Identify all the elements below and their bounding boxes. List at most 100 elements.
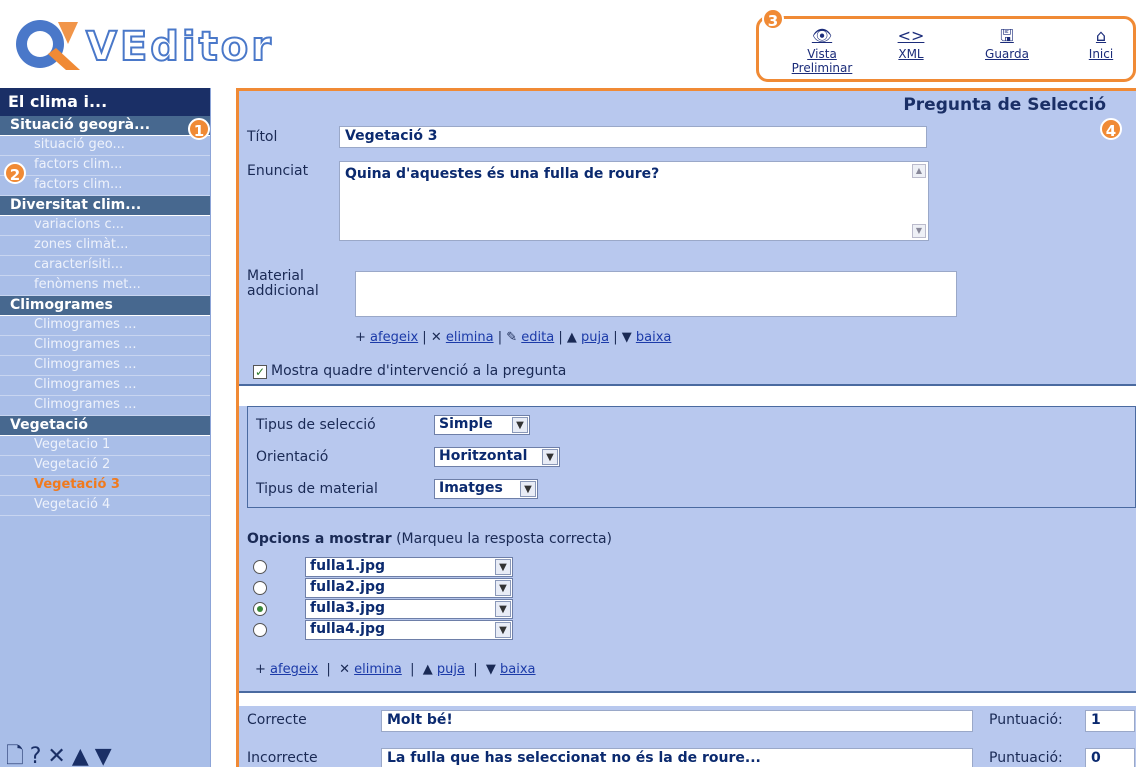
sidebar-section[interactable]: Diversitat clim... bbox=[0, 196, 210, 216]
question-type-title: Pregunta de Selecció bbox=[903, 95, 1106, 115]
sidebar-item[interactable]: Climogrames ... bbox=[0, 396, 210, 416]
sidebar-item[interactable]: factors clim... bbox=[0, 176, 210, 196]
sidebar-item[interactable]: caracterísiti... bbox=[0, 256, 210, 276]
material-label: Material addicional bbox=[247, 269, 319, 299]
sidebar-toolbar: 🗋?✕▲▼ bbox=[6, 739, 206, 767]
show-box-checkbox[interactable]: ✓ bbox=[253, 365, 267, 379]
sidebar-item[interactable]: Vegetació 2 bbox=[0, 456, 210, 476]
title-input[interactable]: Vegetació 3 bbox=[339, 126, 927, 148]
correct-feedback-input[interactable]: Molt bé! bbox=[381, 710, 973, 732]
orientation-select[interactable]: Horitzontal ▼ bbox=[434, 447, 560, 467]
incorrect-score-input[interactable]: 0 bbox=[1085, 748, 1135, 767]
preview-button[interactable]: 👁 Vista Preliminar bbox=[787, 25, 857, 75]
sidebar-item[interactable]: Climogrames ... bbox=[0, 336, 210, 356]
material-remove-link[interactable]: elimina bbox=[446, 330, 494, 345]
option-select[interactable]: fulla1.jpg ▼ bbox=[305, 557, 513, 577]
badge-2: 2 bbox=[4, 162, 26, 184]
scroll-down-icon[interactable]: ▼ bbox=[912, 224, 926, 238]
options-hint: (Marqueu la resposta correcta) bbox=[396, 531, 613, 547]
options-panel: Tipus de selecció Simple ▼ Orientació Hor… bbox=[239, 406, 1136, 691]
option-add-link[interactable]: afegeix bbox=[270, 662, 318, 677]
title-label: Títol bbox=[247, 129, 278, 145]
material-type-select[interactable]: Imatges ▼ bbox=[434, 479, 538, 499]
material-down-link[interactable]: baixa bbox=[636, 330, 672, 345]
option-up-link[interactable]: puja bbox=[437, 662, 465, 677]
sidebar: El clima i... Situació geogrà... situació… bbox=[0, 88, 211, 767]
option-radio[interactable] bbox=[253, 560, 267, 574]
badge-1: 1 bbox=[188, 118, 210, 140]
options-heading: Opcions a mostrar (Marqueu la resposta c… bbox=[247, 531, 612, 547]
correct-score-input[interactable]: 1 bbox=[1085, 710, 1135, 732]
sidebar-item[interactable]: Vegetació 4 bbox=[0, 496, 210, 516]
material-type-label: Tipus de material bbox=[256, 481, 378, 497]
x-icon: ✕ bbox=[430, 330, 442, 345]
orientation-label: Orientació bbox=[256, 449, 329, 465]
material-label-line2: addicional bbox=[247, 283, 319, 299]
scroll-up-icon[interactable]: ▲ bbox=[912, 164, 926, 178]
editor-window: VEditor 👁 Vista Preliminar <> XML 🖫 Guar… bbox=[0, 0, 1136, 767]
save-label: Guarda bbox=[985, 47, 1029, 61]
sidebar-item[interactable]: Climogrames ... bbox=[0, 376, 210, 396]
add-question-icon[interactable]: ? bbox=[30, 744, 48, 767]
sidebar-section[interactable]: Climogrames bbox=[0, 296, 210, 316]
sidebar-item[interactable]: situació geo... bbox=[0, 136, 210, 156]
down-arrow-icon: ▼ bbox=[485, 662, 496, 677]
option-value: fulla3.jpg bbox=[310, 600, 386, 616]
material-add-link[interactable]: afegeix bbox=[370, 330, 418, 345]
sidebar-item[interactable]: Climogrames ... bbox=[0, 316, 210, 336]
sidebar-item[interactable]: Vegetacio 1 bbox=[0, 436, 210, 456]
material-up-link[interactable]: puja bbox=[581, 330, 609, 345]
divider bbox=[239, 384, 1136, 386]
move-down-icon[interactable]: ▼ bbox=[95, 744, 118, 767]
main-toolbar: 👁 Vista Preliminar <> XML 🖫 Guarda ⌂ Ini… bbox=[756, 16, 1136, 82]
option-select[interactable]: fulla4.jpg ▼ bbox=[305, 620, 513, 640]
chevron-down-icon: ▼ bbox=[512, 417, 528, 433]
options-heading-text: Opcions a mostrar bbox=[247, 531, 392, 547]
plus-icon: + bbox=[255, 662, 266, 677]
incorrect-feedback-input[interactable]: La fulla que has seleccionat no és la de… bbox=[381, 748, 973, 767]
option-value: fulla4.jpg bbox=[310, 621, 386, 637]
material-list[interactable] bbox=[355, 271, 957, 317]
settings-box: Tipus de selecció Simple ▼ Orientació Hor… bbox=[247, 406, 1136, 508]
chevron-down-icon: ▼ bbox=[495, 580, 511, 596]
xml-label: XML bbox=[898, 47, 924, 61]
sidebar-section[interactable]: Situació geogrà... bbox=[0, 116, 210, 136]
sidebar-title: El clima i... bbox=[0, 88, 210, 116]
sidebar-item[interactable]: factors clim... bbox=[0, 156, 210, 176]
save-button[interactable]: 🖫 Guarda bbox=[979, 25, 1035, 61]
options-actions: + afegeix | ✕ elimina | ▲ puja | ▼ baixa bbox=[255, 662, 536, 677]
preview-label: Vista Preliminar bbox=[791, 47, 853, 75]
material-edit-link[interactable]: edita bbox=[521, 330, 554, 345]
option-select[interactable]: fulla2.jpg ▼ bbox=[305, 578, 513, 598]
show-box-label: Mostra quadre d'intervenció a la pregunt… bbox=[271, 363, 567, 379]
move-up-icon[interactable]: ▲ bbox=[72, 744, 95, 767]
chevron-down-icon: ▼ bbox=[542, 449, 558, 465]
statement-textarea[interactable]: Quina d'aquestes és una fulla de roure? … bbox=[339, 161, 929, 241]
sidebar-item[interactable]: fenòmens met... bbox=[0, 276, 210, 296]
up-arrow-icon: ▲ bbox=[566, 330, 577, 345]
option-radio[interactable] bbox=[253, 581, 267, 595]
home-label: Inici bbox=[1088, 47, 1114, 61]
statement-text: Quina d'aquestes és una fulla de roure? bbox=[345, 166, 660, 182]
question-editor: Pregunta de Selecció Títol Vegetació 3 E… bbox=[236, 88, 1136, 767]
new-page-icon[interactable]: 🗋 bbox=[6, 744, 30, 767]
selection-type-select[interactable]: Simple ▼ bbox=[434, 415, 530, 435]
option-select[interactable]: fulla3.jpg ▼ bbox=[305, 599, 513, 619]
option-radio[interactable] bbox=[253, 602, 267, 616]
sidebar-item[interactable]: zones climàt... bbox=[0, 236, 210, 256]
sidebar-item[interactable]: Climogrames ... bbox=[0, 356, 210, 376]
sidebar-tree: Situació geogrà... situació geo... factors… bbox=[0, 116, 210, 516]
delete-icon[interactable]: ✕ bbox=[47, 744, 71, 767]
home-button[interactable]: ⌂ Inici bbox=[1081, 25, 1121, 61]
option-radio[interactable] bbox=[253, 623, 267, 637]
option-down-link[interactable]: baixa bbox=[500, 662, 536, 677]
app-title: VEditor bbox=[85, 23, 274, 71]
chevron-down-icon: ▼ bbox=[495, 601, 511, 617]
xml-button[interactable]: <> XML bbox=[891, 25, 931, 61]
sidebar-section[interactable]: Vegetació bbox=[0, 416, 210, 436]
option-remove-link[interactable]: elimina bbox=[354, 662, 402, 677]
home-icon: ⌂ bbox=[1095, 26, 1107, 45]
sidebar-item[interactable]: Vegetació 3 bbox=[0, 476, 210, 496]
chevron-down-icon: ▼ bbox=[495, 559, 511, 575]
sidebar-item[interactable]: variacions c... bbox=[0, 216, 210, 236]
